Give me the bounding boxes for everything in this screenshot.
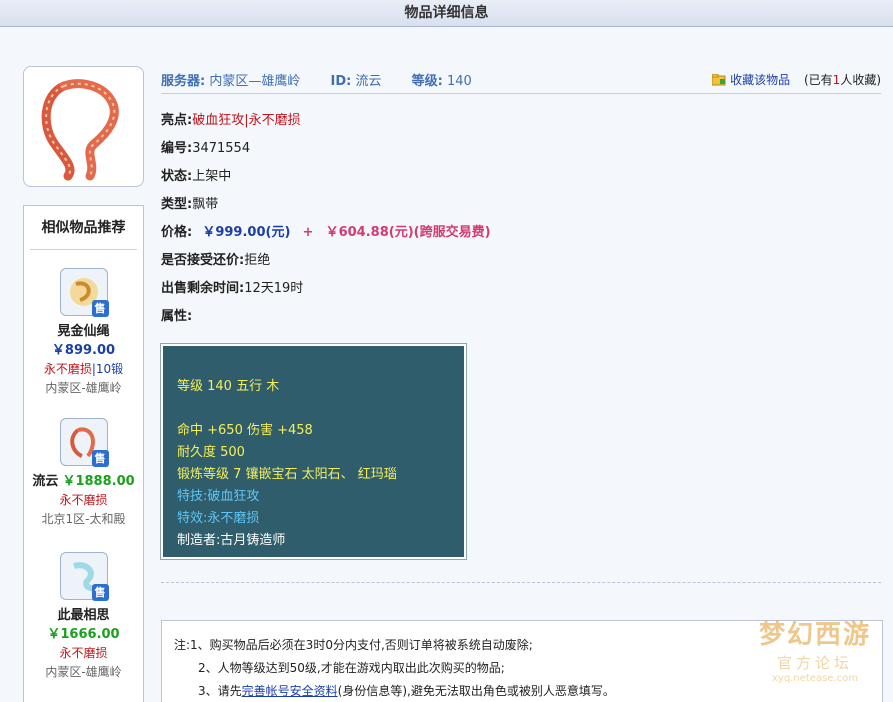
- similar-item-price: ￥1888.00: [62, 474, 135, 489]
- status-label: 状态:: [161, 169, 193, 184]
- similar-item-tags: 永不磨损|10锻: [24, 360, 143, 377]
- similar-item-server: 内蒙区-雄鹰岭: [45, 665, 122, 679]
- serial-row: 编号:3471554: [161, 139, 250, 159]
- sale-badge: 售: [91, 584, 109, 601]
- forum-watermark: 梦幻西游 官方论坛 xyq.netease.com: [745, 618, 885, 696]
- time-left-value: 12天19时: [244, 281, 304, 296]
- item-header: 服务器: 内蒙区—雄鹰岭 ID: 流云 等级: 140 收藏该物品 (已有1人收…: [161, 70, 881, 94]
- counter-offer-row: 是否接受还价:拒绝: [161, 251, 270, 271]
- price-plus: +: [302, 225, 314, 240]
- level-label: 等级:: [411, 74, 443, 89]
- similar-item-tag: 永不磨损: [43, 362, 92, 376]
- id-label: ID:: [330, 74, 352, 89]
- serial-value: 3471554: [192, 141, 251, 156]
- similar-item-title-row: 流云 ￥1888.00: [24, 470, 143, 489]
- attributes-label: 属性:: [161, 309, 193, 324]
- type-label: 类型:: [161, 197, 193, 212]
- watermark-logo: 梦幻西游: [758, 620, 871, 650]
- folder-add-icon[interactable]: [711, 73, 726, 86]
- counter-offer-value: 拒绝: [244, 253, 271, 268]
- similar-item-name[interactable]: 此最相思: [24, 604, 143, 623]
- similar-item-server: 内蒙区-雄鹰岭: [45, 381, 122, 395]
- counter-offer-label: 是否接受还价:: [161, 253, 245, 268]
- price-label: 价格:: [161, 225, 193, 240]
- price-row: 价格: ￥999.00(元) + ￥604.88(元)(跨服交易费): [161, 223, 491, 243]
- similar-items-title: 相似物品推荐: [30, 206, 137, 250]
- similar-item-tags: 永不磨损: [59, 493, 108, 507]
- watermark-url: xyq.netease.com: [772, 673, 858, 684]
- page-title: 物品详细信息: [0, 0, 893, 27]
- highlight-value: 破血狂攻|永不磨损: [192, 113, 301, 128]
- attr-skill: 特技:破血狂攻: [177, 489, 260, 504]
- similar-item-tag-extra: |10锻: [91, 362, 124, 376]
- divider: [161, 582, 881, 583]
- type-row: 类型:飘带: [161, 195, 218, 215]
- attr-effect: 特效:永不磨损: [177, 511, 260, 526]
- attributes-row: 属性:: [161, 307, 192, 327]
- similar-item-tags: 永不磨损: [59, 646, 108, 660]
- highlight-row: 亮点:破血狂攻|永不磨损: [161, 111, 301, 131]
- attr-level: 等级 140 五行 木: [177, 379, 280, 394]
- favorite-area: 收藏该物品 (已有1人收藏): [711, 71, 881, 88]
- status-row: 状态:上架中: [161, 167, 231, 187]
- attr-durability: 耐久度 500: [177, 445, 245, 460]
- similar-item[interactable]: 售 流云 ￥1888.00 永不磨损 北京1区-太和殿: [24, 418, 143, 527]
- similar-item-name[interactable]: 晃金仙绳: [24, 320, 143, 339]
- attr-maker: 制造者:古月铸造师: [177, 533, 286, 548]
- favorite-count: (已有1人收藏): [803, 73, 881, 87]
- highlight-label: 亮点:: [161, 113, 193, 128]
- id-value: 流云: [355, 74, 382, 89]
- server-label: 服务器:: [161, 74, 206, 89]
- similar-item-server: 北京1区-太和殿: [41, 512, 126, 526]
- similar-item-name[interactable]: 流云: [32, 474, 58, 489]
- serial-label: 编号:: [161, 141, 193, 156]
- security-info-link[interactable]: 完善帐号安全资料: [242, 684, 338, 698]
- similar-item[interactable]: 售 晃金仙绳 ￥899.00 永不磨损|10锻 内蒙区-雄鹰岭: [24, 268, 143, 396]
- time-left-label: 出售剩余时间:: [161, 281, 245, 296]
- similar-item-thumb[interactable]: 售: [59, 418, 109, 467]
- similar-item-price: ￥1666.00: [47, 627, 120, 642]
- status-value: 上架中: [192, 169, 232, 184]
- favorite-button[interactable]: 收藏该物品: [730, 73, 790, 87]
- sale-badge: 售: [91, 300, 109, 317]
- attributes-box: 等级 140 五行 木 命中 +650 伤害 +458 耐久度 500 锻炼等级…: [160, 343, 467, 560]
- ribbon-icon: [41, 78, 119, 180]
- similar-item-thumb[interactable]: 售: [59, 268, 109, 317]
- time-left-row: 出售剩余时间:12天19时: [161, 279, 303, 299]
- item-image: [23, 66, 144, 187]
- watermark-sub: 官方论坛: [776, 654, 853, 672]
- similar-item[interactable]: 售 此最相思 ￥1666.00 永不磨损 内蒙区-雄鹰岭: [24, 552, 143, 680]
- price-value: ￥999.00(元): [202, 225, 291, 240]
- level-value: 140: [446, 74, 472, 89]
- sale-badge: 售: [91, 450, 109, 467]
- similar-items-panel: 相似物品推荐 售 晃金仙绳 ￥899.00 永不磨损|10锻 内蒙区-雄鹰岭 售…: [23, 205, 144, 702]
- price-fee: ￥604.88(元)(跨服交易费): [325, 225, 491, 240]
- server-value: 内蒙区—雄鹰岭: [209, 74, 301, 89]
- similar-item-price: ￥899.00: [51, 343, 116, 358]
- attr-forge: 锻炼等级 7 镶嵌宝石 太阳石、 红玛瑙: [177, 467, 397, 482]
- attr-stats: 命中 +650 伤害 +458: [177, 423, 313, 438]
- type-value: 飘带: [192, 197, 219, 212]
- similar-item-thumb[interactable]: 售: [59, 552, 109, 601]
